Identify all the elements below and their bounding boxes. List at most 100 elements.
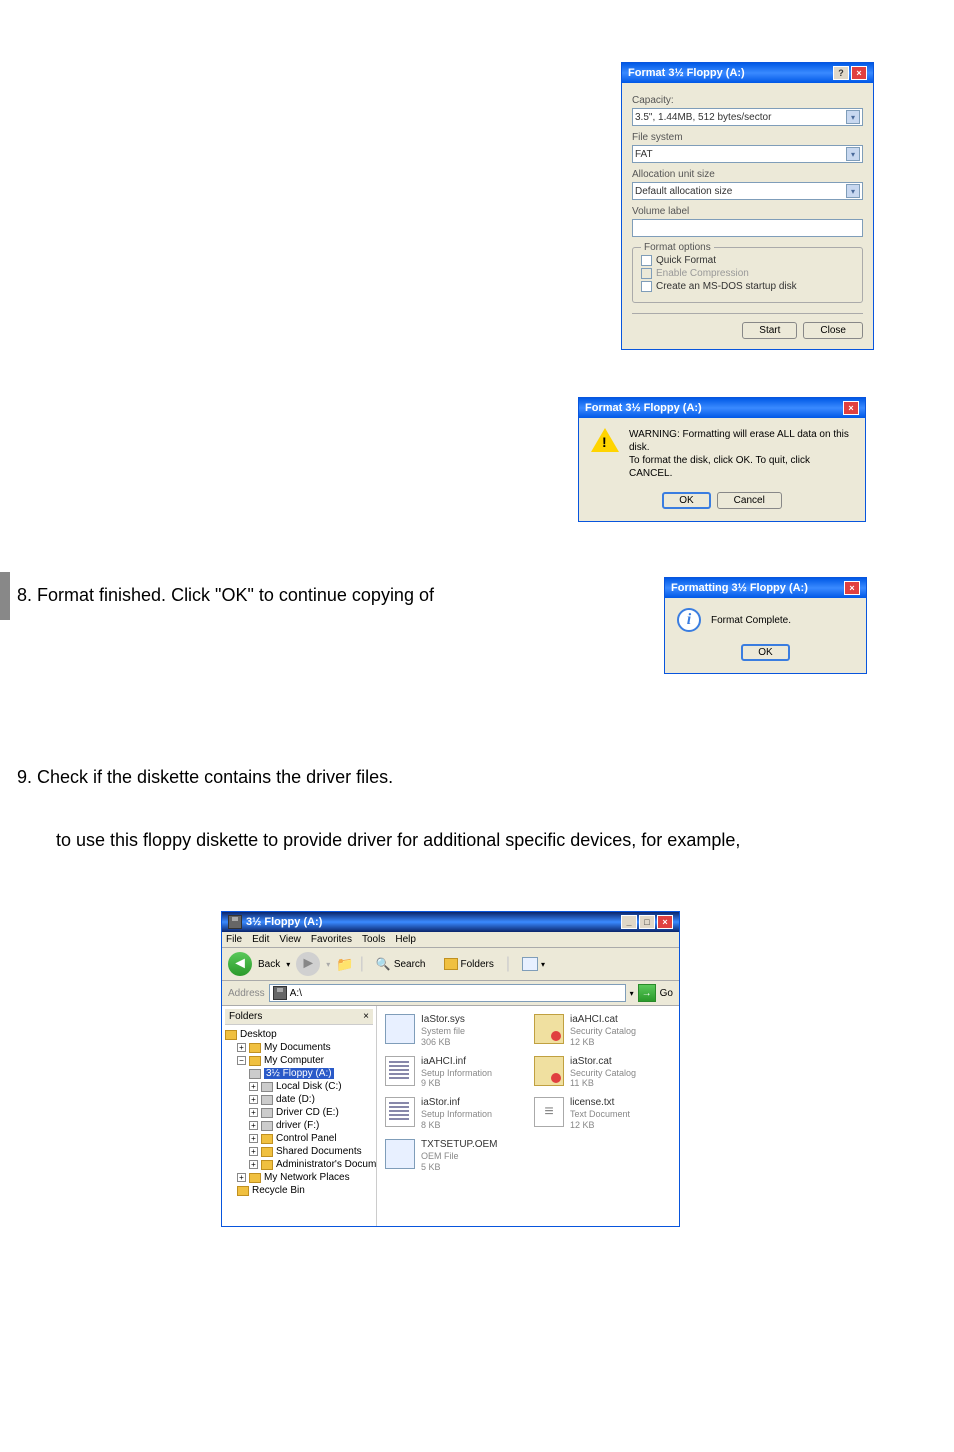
drive-icon [261,1082,273,1092]
format-options-legend: Format options [641,242,714,253]
alloc-value: Default allocation size [635,186,732,197]
quick-format-label: Quick Format [656,255,716,266]
menu-tools[interactable]: Tools [362,934,385,945]
file-type: Security Catalog [570,1068,636,1079]
file-name: license.txt [570,1097,630,1109]
tree-driverf[interactable]: +driver (F:) [225,1119,373,1132]
file-name: iaAHCI.cat [570,1014,636,1026]
close-button[interactable]: × [851,66,867,80]
close-button[interactable]: × [657,915,673,929]
tree-mycomp[interactable]: −My Computer [225,1054,373,1067]
expander-icon[interactable]: − [237,1056,246,1065]
addressbar: Address A:\ ▾ → Go [222,981,679,1006]
expander-icon[interactable]: + [237,1173,246,1182]
dropdown-arrow-icon: ▾ [846,184,860,198]
file-info: TXTSETUP.OEM OEM File 5 KB [421,1139,498,1173]
complete-titlebar: Formatting 3½ Floppy (A:) × [665,578,866,598]
file-item[interactable]: iaAHCI.inf Setup Information 9 KB [385,1056,522,1090]
tree-admin[interactable]: +Administrator's Documents [225,1158,373,1171]
folders-button[interactable]: Folders [438,956,500,972]
file-item[interactable]: TXTSETUP.OEM OEM File 5 KB [385,1139,522,1173]
address-input[interactable]: A:\ [269,984,626,1002]
expander-icon[interactable]: + [249,1108,258,1117]
file-item[interactable]: iaStor.inf Setup Information 8 KB [385,1097,522,1131]
quick-format-checkbox[interactable] [641,255,652,266]
format-title: Format 3½ Floppy (A:) [628,67,745,79]
startup-disk-checkbox[interactable] [641,281,652,292]
compression-label: Enable Compression [656,268,749,279]
address-label: Address [228,988,265,999]
close-button[interactable]: × [843,401,859,415]
tree-control[interactable]: +Control Panel [225,1132,373,1145]
back-button[interactable]: ◄ [228,952,252,976]
tree-recycle[interactable]: Recycle Bin [225,1184,373,1197]
computer-icon [249,1056,261,1066]
close-pane-icon[interactable]: × [363,1011,369,1022]
filesystem-value: FAT [635,149,653,160]
minimize-button[interactable]: _ [621,915,637,929]
file-size: 8 KB [421,1120,492,1131]
warning-icon [591,428,619,456]
folder-icon [261,1147,273,1157]
close-button[interactable]: Close [803,322,863,339]
floppy-icon [273,986,287,1000]
folder-icon [249,1043,261,1053]
capacity-label: Capacity: [632,95,863,106]
expander-icon[interactable]: + [249,1134,258,1143]
tree-localc[interactable]: +Local Disk (C:) [225,1080,373,1093]
search-button[interactable]: 🔍 Search [370,955,432,973]
complete-title: Formatting 3½ Floppy (A:) [671,582,808,594]
file-item[interactable]: license.txt Text Document 12 KB [534,1097,671,1131]
tree-network[interactable]: +My Network Places [225,1171,373,1184]
tree-drivere[interactable]: +Driver CD (E:) [225,1106,373,1119]
tree-floppy[interactable]: 3½ Floppy (A:) [225,1067,373,1080]
expander-icon[interactable]: + [249,1147,258,1156]
capacity-value: 3.5", 1.44MB, 512 bytes/sector [635,112,771,123]
menu-edit[interactable]: Edit [252,934,269,945]
step9-subtext: to use this floppy diskette to provide d… [56,830,740,851]
filesystem-select[interactable]: FAT ▾ [632,145,863,163]
expander-icon[interactable]: + [249,1095,258,1104]
address-dropdown-icon[interactable]: ▾ [630,989,634,998]
expander-icon[interactable]: + [237,1043,246,1052]
file-item[interactable]: iaAHCI.cat Security Catalog 12 KB [534,1014,671,1048]
go-button[interactable]: → [638,984,656,1002]
capacity-select[interactable]: 3.5", 1.44MB, 512 bytes/sector ▾ [632,108,863,126]
ok-button[interactable]: OK [741,644,789,661]
views-button[interactable]: ▾ [516,955,551,973]
expander-icon[interactable]: + [249,1082,258,1091]
back-label: Back [258,959,280,970]
forward-button: ► [296,952,320,976]
start-button[interactable]: Start [742,322,797,339]
maximize-button[interactable]: □ [639,915,655,929]
explorer-title: 3½ Floppy (A:) [246,916,322,928]
cancel-button[interactable]: Cancel [717,492,782,509]
format-options-fieldset: Format options Quick Format Enable Compr… [632,247,863,303]
menu-favorites[interactable]: Favorites [311,934,352,945]
ok-button[interactable]: OK [662,492,710,509]
tree-dated[interactable]: +date (D:) [225,1093,373,1106]
volume-input[interactable] [632,219,863,237]
expander-icon[interactable]: + [249,1160,258,1169]
tree-desktop[interactable]: Desktop [225,1028,373,1041]
menu-file[interactable]: File [226,934,242,945]
file-type: Text Document [570,1109,630,1120]
file-info: iaAHCI.inf Setup Information 9 KB [421,1056,492,1090]
help-button[interactable]: ? [833,66,849,80]
tree-mydocs[interactable]: +My Documents [225,1041,373,1054]
menu-help[interactable]: Help [395,934,416,945]
warning-text: WARNING: Formatting will erase ALL data … [629,428,853,480]
alloc-label: Allocation unit size [632,169,863,180]
up-button[interactable]: 📁 [336,956,353,973]
drive-icon [261,1095,273,1105]
back-dropdown-icon[interactable]: ▾ [286,960,290,969]
expander-icon[interactable]: + [249,1121,258,1130]
alloc-select[interactable]: Default allocation size ▾ [632,182,863,200]
dropdown-arrow-icon: ▾ [846,147,860,161]
file-item[interactable]: iaStor.cat Security Catalog 11 KB [534,1056,671,1090]
close-button[interactable]: × [844,581,860,595]
file-item[interactable]: IaStor.sys System file 306 KB [385,1014,522,1048]
warning-title: Format 3½ Floppy (A:) [585,402,702,414]
tree-shared[interactable]: +Shared Documents [225,1145,373,1158]
menu-view[interactable]: View [279,934,301,945]
